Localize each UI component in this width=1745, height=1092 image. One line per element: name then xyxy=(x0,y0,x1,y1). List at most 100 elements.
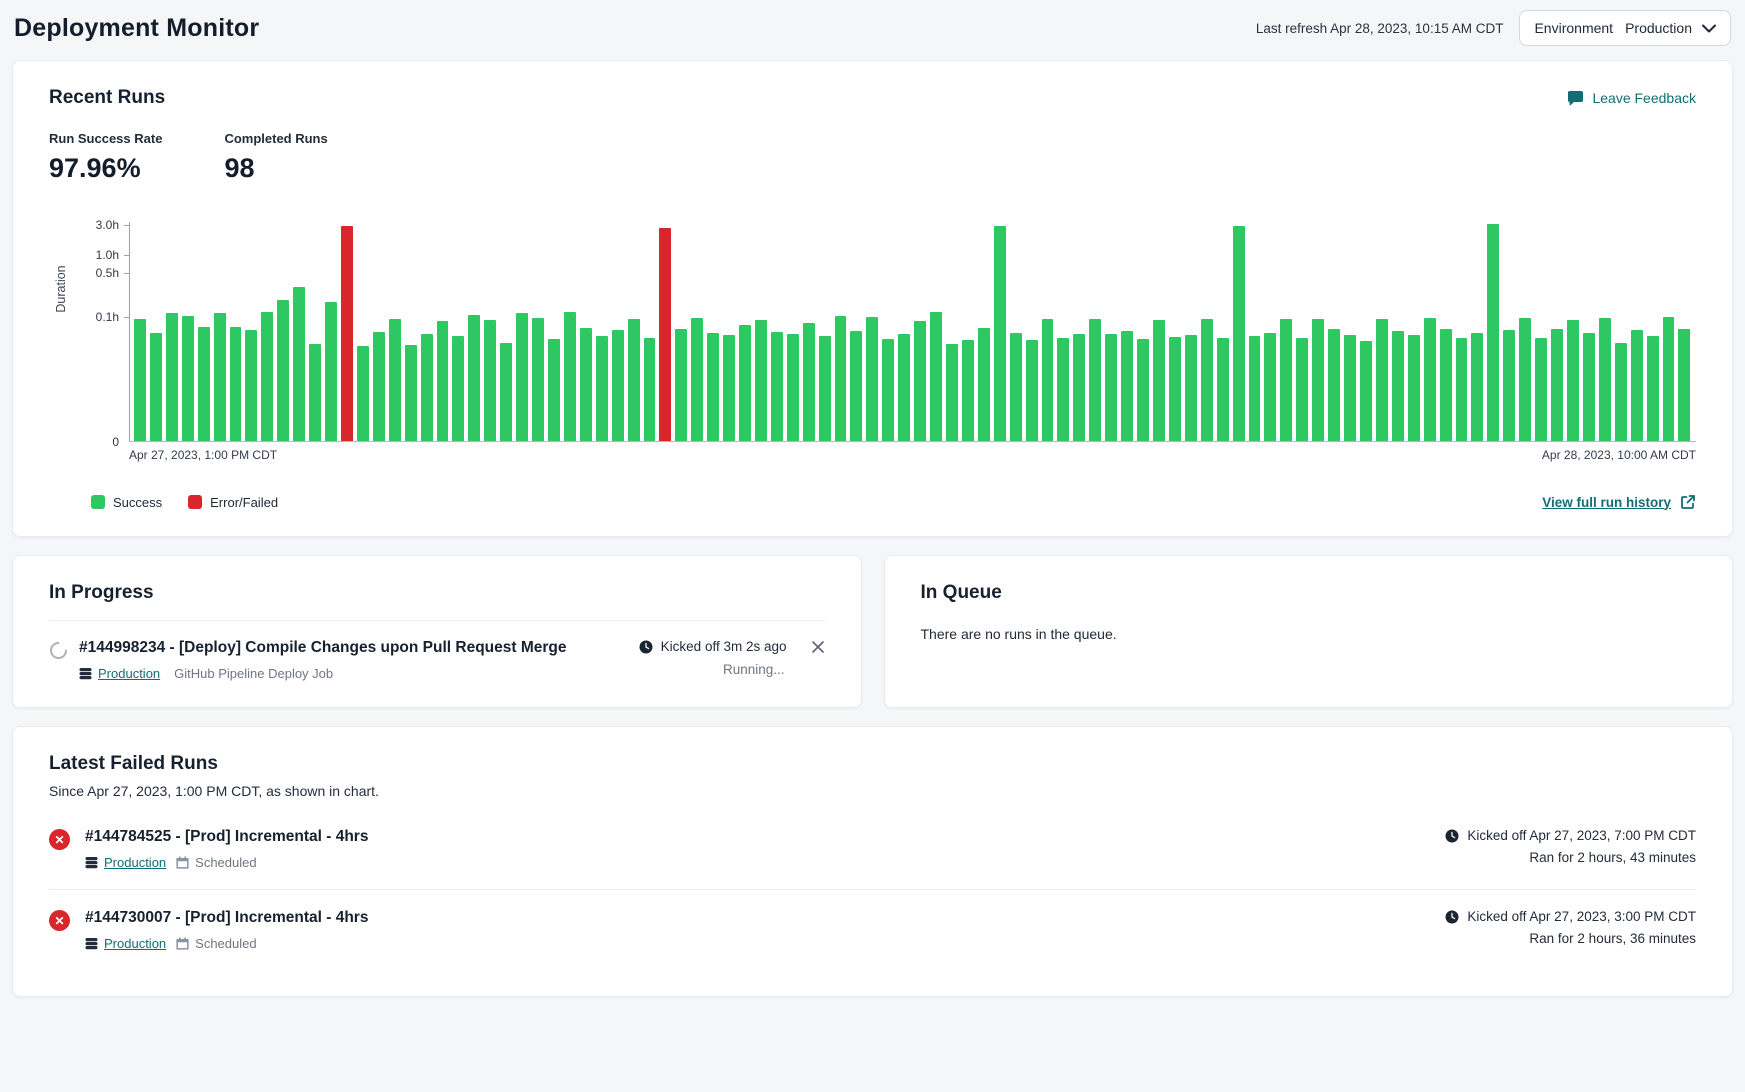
chart-bar-success[interactable] xyxy=(771,332,783,441)
chart-bar-success[interactable] xyxy=(1280,319,1292,441)
chart-bar-success[interactable] xyxy=(468,315,480,441)
chart-bar-success[interactable] xyxy=(850,331,862,441)
chart-bar-success[interactable] xyxy=(277,300,289,441)
chart-bar-success[interactable] xyxy=(1089,319,1101,441)
chart-bar-success[interactable] xyxy=(1392,331,1404,441)
chart-bar-success[interactable] xyxy=(1010,333,1022,441)
chart-bar-success[interactable] xyxy=(484,320,496,441)
chart-bar-success[interactable] xyxy=(1360,341,1372,441)
chart-bar-success[interactable] xyxy=(261,312,273,441)
chart-bar-success[interactable] xyxy=(405,345,417,441)
failed-run-title[interactable]: #144730007 - [Prod] Incremental - 4hrs xyxy=(85,909,1445,927)
chart-bar-success[interactable] xyxy=(580,328,592,441)
chart-bar-success[interactable] xyxy=(1631,330,1643,441)
chart-bar-success[interactable] xyxy=(723,335,735,441)
chart-bar-success[interactable] xyxy=(1073,334,1085,441)
chart-bar-success[interactable] xyxy=(548,339,560,441)
leave-feedback-link[interactable]: Leave Feedback xyxy=(1567,90,1696,106)
chart-bar-success[interactable] xyxy=(166,313,178,441)
chart-bar-success[interactable] xyxy=(325,302,337,441)
chart-bar-success[interactable] xyxy=(1296,338,1308,441)
in-progress-environment-link[interactable]: Production xyxy=(79,666,160,681)
chart-bar-success[interactable] xyxy=(1026,340,1038,441)
chart-bar-success[interactable] xyxy=(994,226,1006,441)
chart-bar-success[interactable] xyxy=(1105,334,1117,441)
chart-bar-success[interactable] xyxy=(835,316,847,441)
chart-bar-success[interactable] xyxy=(1376,319,1388,441)
chart-bar-success[interactable] xyxy=(691,318,703,441)
chart-bar-success[interactable] xyxy=(516,313,528,441)
chart-bar-success[interactable] xyxy=(819,336,831,441)
chart-bar-success[interactable] xyxy=(564,312,576,441)
chart-bar-success[interactable] xyxy=(1551,329,1563,441)
chart-bar-success[interactable] xyxy=(1233,226,1245,441)
chart-bar-success[interactable] xyxy=(898,334,910,441)
chart-bar-success[interactable] xyxy=(373,332,385,441)
chart-bar-success[interactable] xyxy=(1408,335,1420,441)
chart-bar-success[interactable] xyxy=(946,344,958,441)
chart-bar-success[interactable] xyxy=(1583,333,1595,441)
chart-bar-success[interactable] xyxy=(1185,335,1197,441)
chart-bar-success[interactable] xyxy=(755,320,767,441)
chart-bar-success[interactable] xyxy=(134,319,146,441)
chart-bar-success[interactable] xyxy=(882,339,894,441)
chart-bar-success[interactable] xyxy=(930,312,942,441)
chart-bar-success[interactable] xyxy=(978,328,990,441)
chart-bar-success[interactable] xyxy=(452,336,464,441)
chart-bar-success[interactable] xyxy=(389,319,401,441)
chart-bar-success[interactable] xyxy=(1647,336,1659,441)
chart-bar-success[interactable] xyxy=(214,313,226,441)
chart-bar-success[interactable] xyxy=(230,327,242,441)
chart-bar-success[interactable] xyxy=(1663,317,1675,441)
chart-bar-success[interactable] xyxy=(628,319,640,441)
chart-bar-success[interactable] xyxy=(612,330,624,441)
chart-bar-success[interactable] xyxy=(866,317,878,441)
chart-bar-success[interactable] xyxy=(1424,318,1436,441)
chart-bar-success[interactable] xyxy=(1344,335,1356,441)
chart-bar-success[interactable] xyxy=(1471,333,1483,441)
chart-bar-success[interactable] xyxy=(644,338,656,441)
chart-bar-success[interactable] xyxy=(596,336,608,441)
chart-bar-success[interactable] xyxy=(421,334,433,441)
chart-bar-success[interactable] xyxy=(1328,329,1340,441)
chart-bar-success[interactable] xyxy=(803,323,815,441)
chart-bar-success[interactable] xyxy=(739,325,751,441)
chart-bar-success[interactable] xyxy=(437,321,449,441)
chart-bar-success[interactable] xyxy=(914,321,926,441)
chart-bar-success[interactable] xyxy=(1440,329,1452,441)
chart-bar-success[interactable] xyxy=(1121,331,1133,441)
chart-bar-success[interactable] xyxy=(532,318,544,441)
chart-bar-success[interactable] xyxy=(1137,339,1149,441)
chart-bar-success[interactable] xyxy=(1312,319,1324,441)
chart-bar-success[interactable] xyxy=(1057,338,1069,441)
chart-bar-success[interactable] xyxy=(309,344,321,441)
chart-bar-success[interactable] xyxy=(500,343,512,441)
chart-bar-success[interactable] xyxy=(1503,330,1515,441)
view-full-run-history-link[interactable]: View full run history xyxy=(1542,494,1696,510)
close-icon[interactable] xyxy=(811,640,825,654)
chart-bar-success[interactable] xyxy=(1487,224,1499,441)
chart-bar-success[interactable] xyxy=(1567,320,1579,441)
chart-bar-success[interactable] xyxy=(1217,338,1229,441)
chart-bar-success[interactable] xyxy=(1042,319,1054,441)
chart-bar-success[interactable] xyxy=(245,330,257,441)
failed-run-environment-link[interactable]: Production xyxy=(85,855,166,870)
chart-bar-success[interactable] xyxy=(1153,320,1165,441)
chart-bar-success[interactable] xyxy=(707,333,719,441)
environment-dropdown[interactable]: Environment Production xyxy=(1519,10,1731,46)
chart-bar-success[interactable] xyxy=(1678,329,1690,441)
chart-bar-failed[interactable] xyxy=(341,226,353,441)
chart-bar-success[interactable] xyxy=(962,340,974,441)
chart-bar-success[interactable] xyxy=(675,329,687,441)
chart-bar-success[interactable] xyxy=(150,333,162,441)
failed-run-title[interactable]: #144784525 - [Prod] Incremental - 4hrs xyxy=(85,828,1445,846)
chart-bar-success[interactable] xyxy=(1599,318,1611,441)
chart-bar-success[interactable] xyxy=(1264,333,1276,441)
chart-bar-success[interactable] xyxy=(1456,338,1468,441)
chart-bar-success[interactable] xyxy=(293,287,305,441)
chart-bar-failed[interactable] xyxy=(659,228,671,441)
chart-bar-success[interactable] xyxy=(1535,338,1547,441)
in-progress-run-title[interactable]: #144998234 - [Deploy] Compile Changes up… xyxy=(79,639,639,657)
chart-bar-success[interactable] xyxy=(182,316,194,441)
chart-bar-success[interactable] xyxy=(1249,336,1261,441)
